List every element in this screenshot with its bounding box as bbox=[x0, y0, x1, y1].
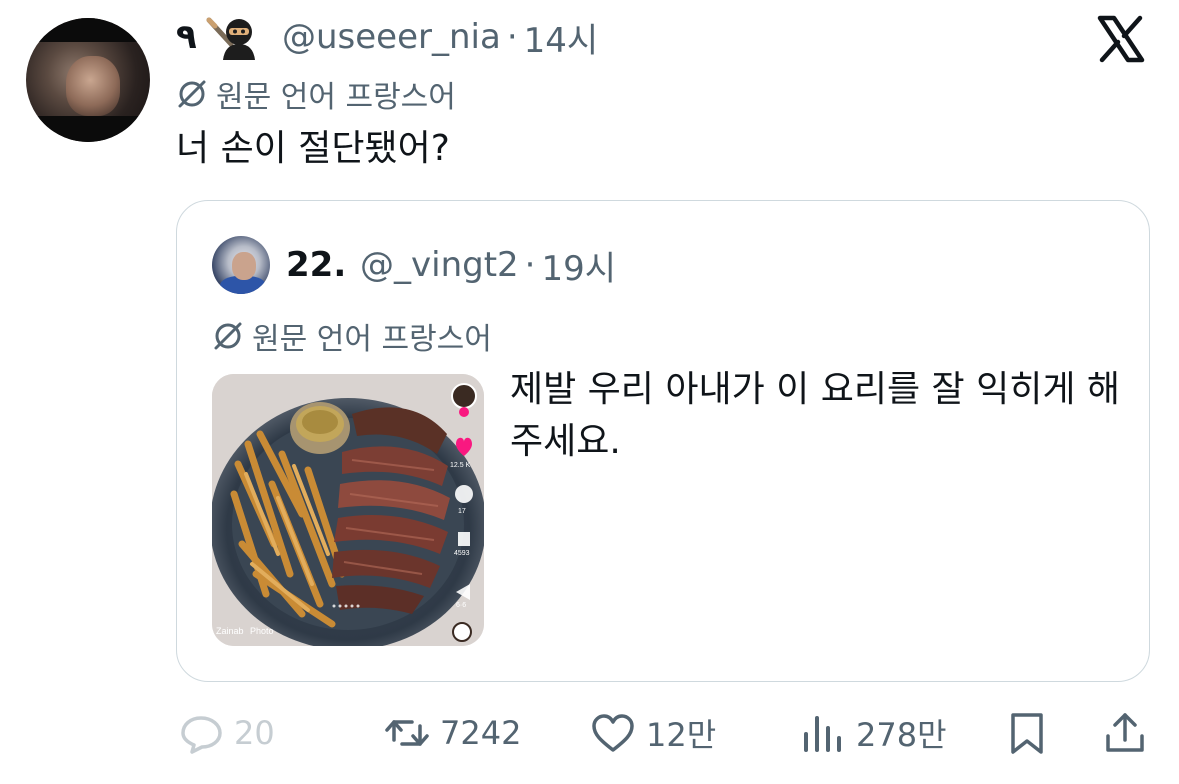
quoted-time[interactable]: 19시 bbox=[541, 241, 616, 290]
separator-dot: · bbox=[524, 245, 536, 285]
views-button[interactable]: 278만 bbox=[800, 708, 947, 758]
separator-dot: · bbox=[506, 17, 518, 57]
overlay-share-count: 6·6 bbox=[456, 602, 467, 609]
quoted-media-image[interactable]: Zainab Photo 12.5 K 17 4593 6·6 bbox=[212, 374, 484, 646]
overlay-user: Zainab bbox=[216, 626, 244, 636]
globe-slash-icon bbox=[214, 322, 242, 350]
retweet-button[interactable]: 7242 bbox=[384, 708, 521, 758]
quoted-handle[interactable]: @_vingt2 bbox=[360, 245, 519, 285]
translation-label: 원문 언어 프랑스어 bbox=[216, 80, 456, 115]
views-icon bbox=[804, 716, 841, 752]
x-logo-icon[interactable] bbox=[1094, 12, 1148, 66]
translation-notice[interactable]: 원문 언어 프랑스어 bbox=[176, 72, 456, 116]
tweet-text: 너 손이 절단됐어? bbox=[176, 128, 450, 169]
tweet-time[interactable]: 14시 bbox=[524, 13, 599, 62]
user-avatar[interactable] bbox=[26, 18, 150, 142]
retweet-count: 7242 bbox=[440, 714, 522, 752]
globe-slash-icon bbox=[178, 80, 206, 108]
share-icon bbox=[1106, 713, 1144, 752]
heart-icon bbox=[592, 714, 634, 752]
view-count: 278만 bbox=[856, 716, 947, 754]
user-handle[interactable]: @useeer_nia bbox=[282, 17, 501, 57]
quoted-user-avatar[interactable] bbox=[212, 236, 270, 294]
share-button[interactable] bbox=[1102, 708, 1148, 758]
user-handle-line[interactable]: @useeer_nia · 14시 bbox=[282, 13, 599, 62]
steak-fries-photo bbox=[212, 374, 484, 646]
overlay-comment-count: 17 bbox=[458, 508, 466, 515]
bookmark-button[interactable] bbox=[1004, 708, 1050, 758]
like-button[interactable]: 12만 bbox=[590, 708, 716, 758]
bookmark-icon bbox=[1011, 713, 1043, 754]
display-name-text: ٩ bbox=[176, 17, 197, 57]
user-display-name[interactable]: ٩ bbox=[176, 14, 257, 60]
retweet-icon bbox=[385, 720, 429, 746]
like-count: 12만 bbox=[646, 716, 717, 754]
overlay-tag: Photo bbox=[250, 626, 274, 636]
quoted-display-name[interactable]: 22. bbox=[286, 240, 346, 290]
quoted-tweet-text: 제발 우리 아내가 이 요리를 잘 익히게 해주세요. bbox=[510, 369, 1121, 462]
media-overlay-user: Zainab Photo bbox=[216, 626, 274, 636]
translation-label: 원문 언어 프랑스어 bbox=[252, 322, 492, 357]
reply-count: 20 bbox=[234, 714, 275, 752]
quoted-handle-line[interactable]: @_vingt2 · 19시 bbox=[360, 240, 616, 290]
quoted-translation-notice[interactable]: 원문 언어 프랑스어 bbox=[212, 314, 492, 358]
reply-button[interactable]: 20 bbox=[178, 708, 275, 758]
reply-icon bbox=[181, 716, 222, 754]
ninja-emoji-icon bbox=[206, 17, 255, 60]
overlay-save-count: 4593 bbox=[454, 550, 470, 557]
overlay-like-count: 12.5 K bbox=[450, 462, 471, 469]
